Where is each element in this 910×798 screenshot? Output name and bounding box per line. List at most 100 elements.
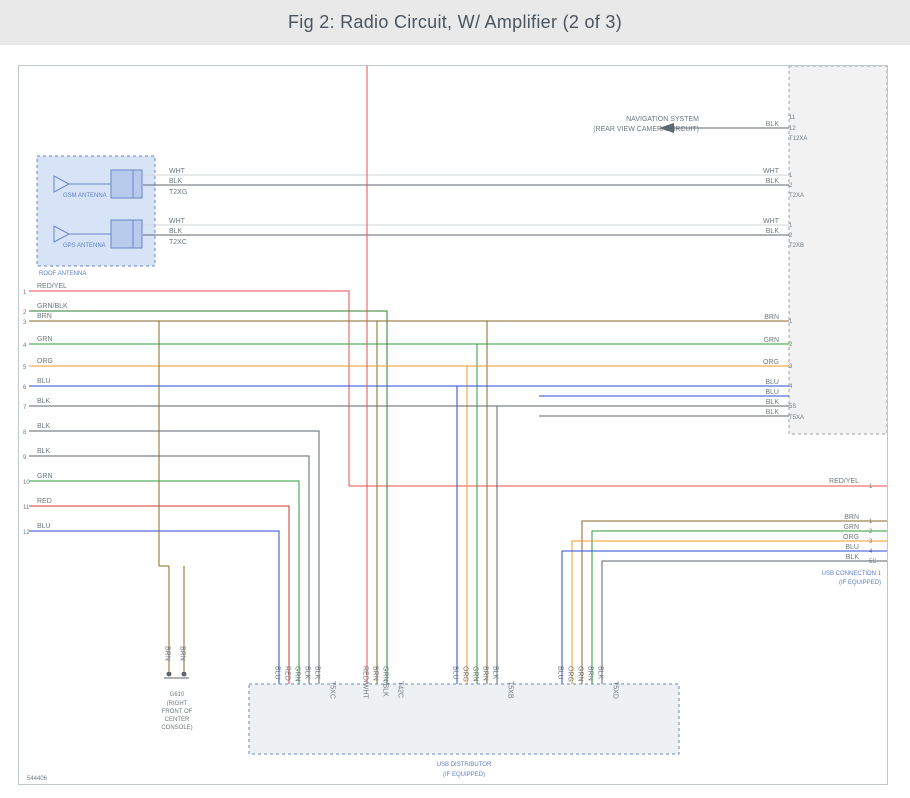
gps-antenna-label: GPS ANTENNA: [63, 243, 106, 249]
diagram-border: GSM ANTENNA GPS ANTENNA ROOF ANTENNA WHT…: [18, 65, 888, 785]
vs4-3: BRN: [587, 666, 594, 681]
vs1-conn: T5XC: [329, 681, 336, 699]
vs3-conn: T5XB: [507, 681, 514, 699]
nav-label1: NAVIGATION SYSTEM: [626, 116, 699, 123]
g610-brn-1: BRN: [164, 646, 171, 661]
wire-label-blk-2: BLK: [169, 228, 183, 235]
nav-label2: (REAR VIEW CAMERA CIRCUIT): [593, 126, 699, 133]
lw10: GRN: [37, 473, 53, 480]
g610-l1: (RIGHT: [167, 701, 188, 707]
diagram-canvas: GSM ANTENNA GPS ANTENNA ROOF ANTENNA WHT…: [0, 45, 910, 797]
lw2-n: 2: [23, 310, 27, 316]
vs2-1: BRN: [372, 666, 379, 681]
lw3-n: 3: [23, 320, 27, 326]
uc1-1: GRN: [843, 524, 859, 531]
usb-conn1-sub: (IF EQUIPPED): [839, 580, 881, 586]
conn-t2xc: T2XC: [169, 239, 187, 246]
lw10-n: 10: [23, 480, 30, 486]
g610-brn-2: BRN: [179, 646, 186, 661]
uc1-2: ORG: [843, 534, 859, 541]
ground-g610: BRN BRN G610 (RIGHT FRONT OF CENTER CONS…: [159, 321, 193, 731]
uc1-4: BLK: [846, 554, 860, 561]
uc1p-0: 1: [869, 519, 873, 525]
uc1p-1: 2: [869, 529, 873, 535]
ref-number: 544406: [27, 776, 48, 782]
nav-pin-12: 12: [789, 126, 796, 132]
g610-l3: CENTER: [165, 717, 190, 723]
uc1p-3: 4: [869, 549, 873, 555]
lw9: BLK: [37, 448, 51, 455]
rg1-2: ORG: [763, 359, 779, 366]
usb-conn1-group: BRN 1 GRN 2 ORG 3 BLU 4 BLK 5S USB CONNE…: [562, 514, 887, 684]
left-wire-group: 1 RED/YEL 2 GRN/BLK 3 BRN 4 GRN 5 ORG 6 …: [23, 283, 887, 684]
lw9-n: 9: [23, 455, 27, 461]
vs3-1: ORG: [462, 666, 469, 682]
rg1-4: BLK: [766, 399, 780, 406]
lw4-n: 4: [23, 343, 27, 349]
uc1-3: BLU: [845, 544, 859, 551]
vs4-1: ORG: [567, 666, 574, 682]
wire-label-blk-2r: BLK: [766, 228, 780, 235]
roof-antenna-label: ROOF ANTENNA: [39, 271, 86, 277]
wire-label-wht-1r: WHT: [763, 168, 780, 175]
conn-t2xb: T2XB: [789, 243, 804, 249]
lw1: RED/YEL: [37, 283, 67, 290]
g610-name: G610: [170, 692, 185, 698]
redyel-rpin: 1: [869, 484, 873, 490]
wire-label-wht-1: WHT: [169, 168, 186, 175]
g610-l2: FRONT OF: [162, 709, 193, 715]
lw6: BLU: [37, 378, 51, 385]
vs3-4: BLK: [492, 666, 499, 680]
vs4-0: BLU: [557, 666, 564, 680]
rg1-1: GRN: [763, 337, 779, 344]
page-title: Fig 2: Radio Circuit, W/ Amplifier (2 of…: [0, 0, 910, 45]
vs4-4: BLK: [597, 666, 604, 680]
lw6-n: 6: [23, 385, 27, 391]
vs1-2: GRN: [294, 666, 301, 682]
wire-label-wht-2r: WHT: [763, 218, 780, 225]
gsm-connector: [111, 170, 133, 198]
page-title-text: Fig 2: Radio Circuit, W/ Amplifier (2 of…: [288, 12, 622, 32]
vs2-0: RED/WHT: [362, 666, 369, 699]
uc1-0: BRN: [844, 514, 859, 521]
g610-l4: CONSOLE): [161, 725, 192, 731]
uc1p-4: 5S: [869, 559, 876, 565]
vs1-0: BLU: [274, 666, 281, 680]
vertical-labels-set2: RED/WHT BRN GRN/BLK T42C: [362, 666, 404, 699]
nav-pin-11: 11: [789, 115, 796, 121]
usb-conn1-label: USB CONNECTION 1: [822, 571, 882, 577]
vs3-2: GRN: [472, 666, 479, 682]
uc1p-2: 3: [869, 539, 873, 545]
right-module-block: [789, 66, 887, 434]
lw7: BLK: [37, 398, 51, 405]
vs1-1: RED: [284, 666, 291, 681]
rg1-4b: BLK: [766, 409, 780, 416]
rg1-3b: BLU: [765, 389, 779, 396]
lw11: RED: [37, 498, 52, 505]
usb-dist-sub: (IF EQUIPPED): [443, 772, 485, 778]
rg1p-4: 5S: [789, 404, 796, 410]
redyel-rlabel: RED/YEL: [829, 478, 859, 485]
wire-label-wht-2: WHT: [169, 218, 186, 225]
nav-wire-blk: BLK: [766, 121, 780, 128]
wiring-svg: GSM ANTENNA GPS ANTENNA ROOF ANTENNA WHT…: [19, 66, 887, 784]
lw11-n: 11: [23, 505, 30, 511]
lw1-n: 1: [23, 290, 27, 296]
conn-t2xg: T2XG: [169, 189, 187, 196]
wire-label-blk-1: BLK: [169, 178, 183, 185]
vs1-4: BLK: [314, 666, 321, 680]
lw3: BRN: [37, 313, 52, 320]
gsm-antenna-label: GSM ANTENNA: [63, 193, 107, 199]
rg1-3: BLU: [765, 379, 779, 386]
vs3-3: BRN: [482, 666, 489, 681]
wire-label-blk-1r: BLK: [766, 178, 780, 185]
nav-conn: T12XA: [789, 136, 807, 142]
lw12-n: 12: [23, 530, 30, 536]
vs4-2: GRN: [577, 666, 584, 682]
vs2-2: GRN/BLK: [382, 666, 389, 697]
conn-t2xa: T2XA: [789, 193, 804, 199]
usb-dist-label: USB DISTRIBUTOR: [437, 762, 492, 768]
rg1-conn: T5XA: [789, 415, 804, 421]
vs1-3: BLK: [304, 666, 311, 680]
lw4: GRN: [37, 336, 53, 343]
